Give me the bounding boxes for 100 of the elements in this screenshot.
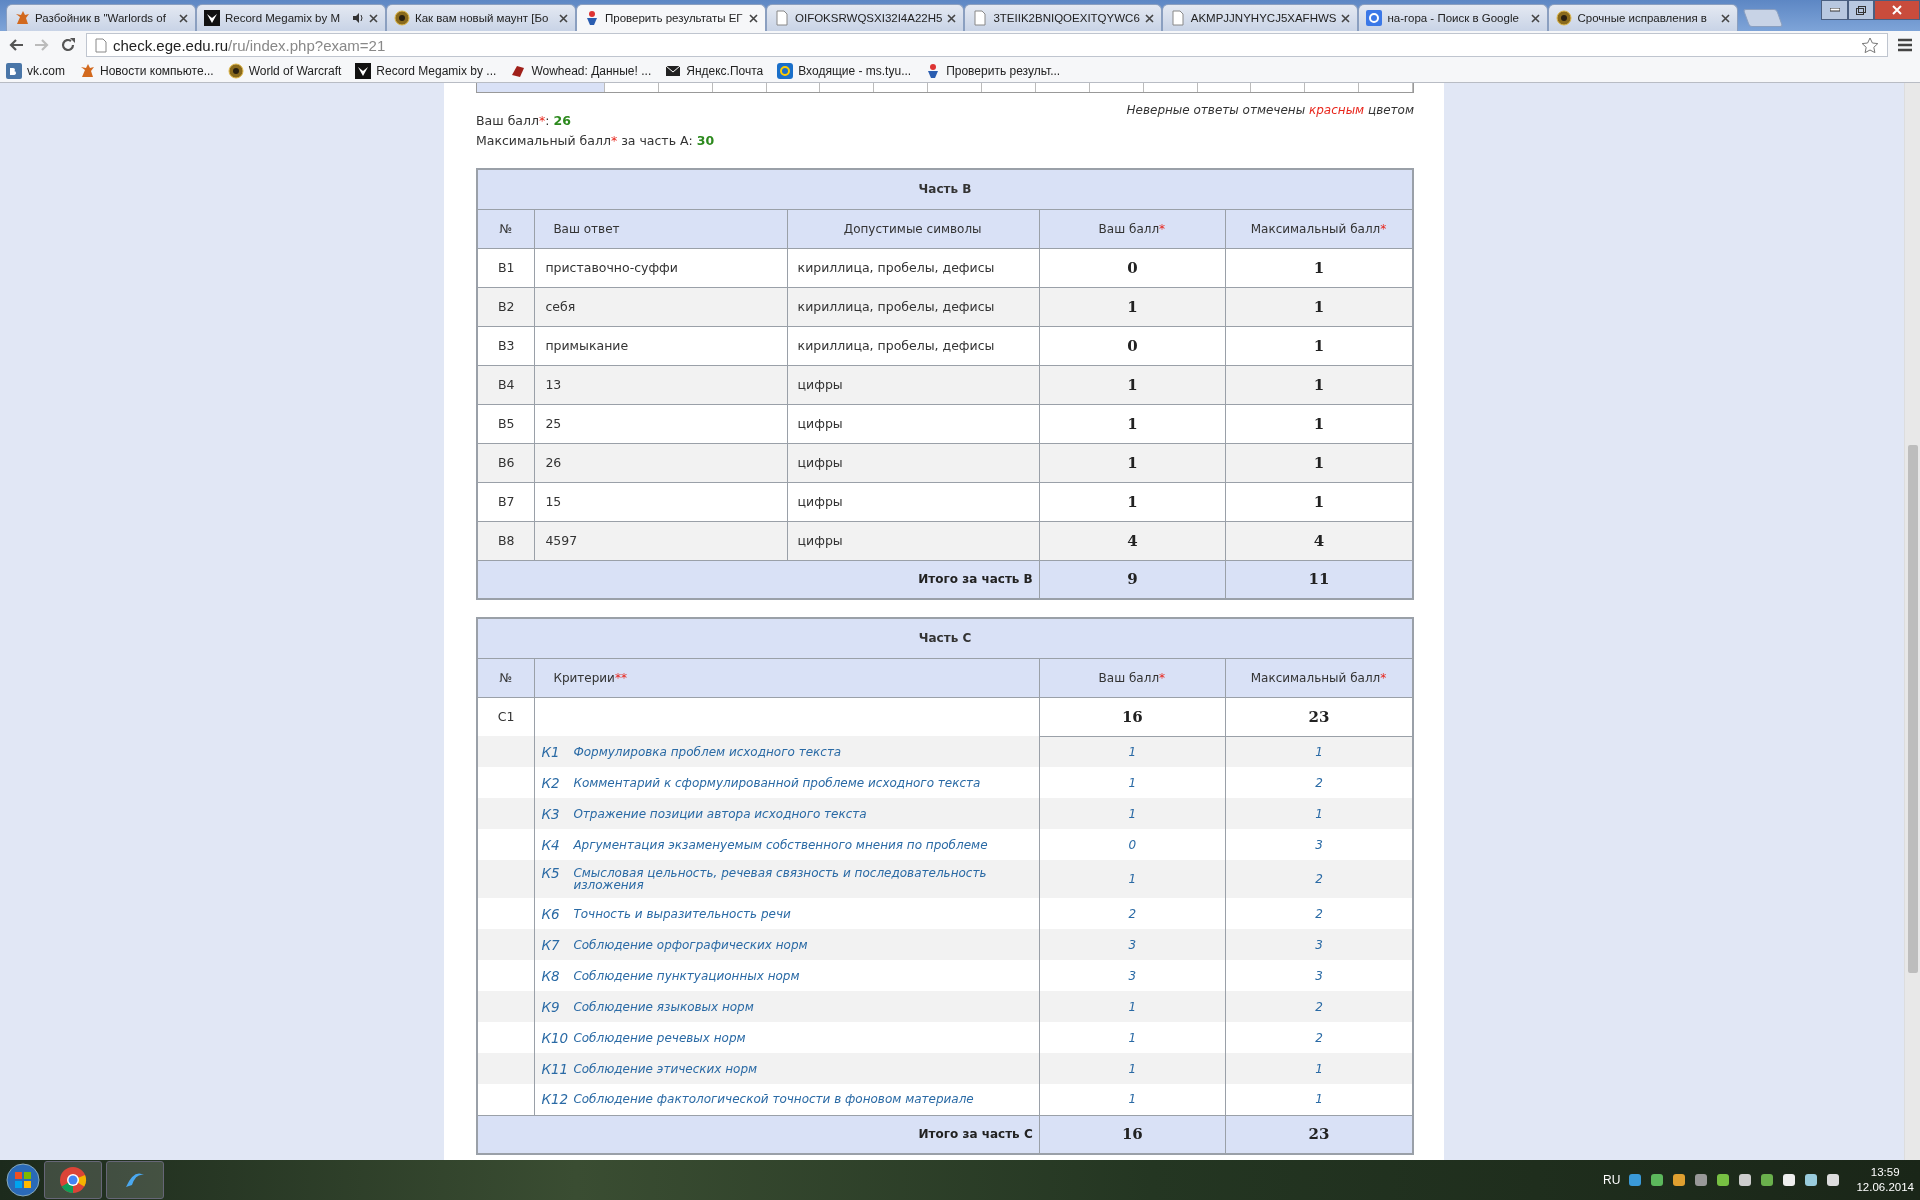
column-header: Допустимые символы bbox=[787, 209, 1040, 248]
score-cell: 1 bbox=[1225, 287, 1413, 326]
table-cell: приставочно-суффи bbox=[534, 248, 788, 287]
emblem-icon bbox=[394, 10, 410, 26]
legend-note: Неверные ответы отмечены красным цветом bbox=[1126, 103, 1414, 117]
tray-icon[interactable] bbox=[1826, 1173, 1841, 1187]
tray-icon[interactable] bbox=[1760, 1173, 1775, 1187]
tray-icon[interactable] bbox=[1738, 1173, 1753, 1187]
criterion-score: 1 bbox=[1225, 798, 1413, 829]
table-cell: В3 bbox=[477, 326, 535, 365]
criterion-cell: К2 Комментарий к сформулированной проблеме исходного текста bbox=[534, 767, 1040, 798]
close-icon[interactable] bbox=[559, 13, 568, 23]
table-cell: цифры bbox=[787, 443, 1040, 482]
criterion-score: 2 bbox=[1225, 898, 1413, 929]
score-cell: 9 bbox=[1039, 560, 1226, 599]
table-cell: 25 bbox=[534, 404, 788, 443]
criterion-score: 1 bbox=[1039, 860, 1226, 898]
column-header: Ваш балл* bbox=[1039, 209, 1226, 248]
table-cell: цифры bbox=[787, 365, 1040, 404]
browser-tab[interactable]: Разбойник в "Warlords of bbox=[6, 4, 196, 31]
score-cell: 1 bbox=[1225, 365, 1413, 404]
page-icon bbox=[774, 10, 790, 26]
table-cell: себя bbox=[534, 287, 788, 326]
table-cell: С1 bbox=[477, 697, 535, 736]
browser-tab[interactable]: на-гора - Поиск в Google bbox=[1358, 4, 1549, 31]
criterion-score: 1 bbox=[1039, 1022, 1226, 1053]
criterion-score: 1 bbox=[1039, 1053, 1226, 1084]
browser-tab[interactable]: AKMPJJNYHYCJ5XAFHWS bbox=[1161, 4, 1359, 31]
browser-tab[interactable]: Record Megamix by M bbox=[196, 4, 386, 31]
table-cell: цифры bbox=[787, 404, 1040, 443]
star-icon[interactable] bbox=[1861, 36, 1879, 54]
browser-tab[interactable]: Как вам новый маунт [Бо bbox=[386, 4, 576, 31]
scrollbar[interactable] bbox=[1904, 83, 1920, 1160]
minimize-button[interactable] bbox=[1821, 0, 1848, 20]
criterion-score: 1 bbox=[1039, 798, 1226, 829]
restore-icon bbox=[1856, 5, 1866, 15]
table-cell: 15 bbox=[534, 482, 788, 521]
criterion-score: 3 bbox=[1225, 929, 1413, 960]
close-icon[interactable] bbox=[179, 13, 188, 23]
back-icon[interactable] bbox=[8, 38, 24, 52]
column-header: № bbox=[477, 209, 535, 248]
start-button[interactable] bbox=[6, 1163, 40, 1197]
tray-icon[interactable] bbox=[1716, 1173, 1731, 1187]
bookmark[interactable]: vk.com bbox=[6, 62, 65, 79]
table-cell: В1 bbox=[477, 248, 535, 287]
score-cell: 1 bbox=[1039, 287, 1226, 326]
v-logo-icon bbox=[204, 10, 220, 26]
bookmark[interactable]: Новости компьюте... bbox=[79, 62, 214, 79]
score-cell: 16 bbox=[1039, 697, 1226, 736]
close-icon[interactable] bbox=[947, 13, 957, 23]
tray-icon[interactable] bbox=[1782, 1173, 1797, 1187]
criterion-cell: К6 Точность и выразительность речи bbox=[534, 898, 1040, 929]
criterion-score: 2 bbox=[1039, 898, 1226, 929]
close-icon[interactable] bbox=[1721, 13, 1731, 23]
criterion-score: 2 bbox=[1225, 767, 1413, 798]
column-header: Максимальный балл* bbox=[1225, 658, 1413, 697]
taskbar-app[interactable] bbox=[106, 1161, 164, 1199]
criterion-score: 0 bbox=[1039, 829, 1226, 860]
bookmark[interactable]: World of Warcraft bbox=[227, 62, 342, 79]
bookmark[interactable]: Record Megamix by ... bbox=[355, 62, 497, 79]
criterion-score: 3 bbox=[1225, 829, 1413, 860]
tray-icon[interactable] bbox=[1672, 1173, 1687, 1187]
browser-tab[interactable]: OIFOKSRWQSXI32I4A22H5 bbox=[766, 4, 965, 31]
taskbar-app[interactable] bbox=[44, 1161, 102, 1199]
close-icon[interactable] bbox=[1144, 13, 1154, 23]
menu-icon[interactable] bbox=[1898, 38, 1912, 52]
table-cell: цифры bbox=[787, 482, 1040, 521]
total-label: Итого за часть С bbox=[477, 1115, 1040, 1154]
language-indicator[interactable]: RU bbox=[1603, 1173, 1621, 1187]
close-button[interactable] bbox=[1874, 0, 1920, 20]
criterion-cell: К9 Соблюдение языковых норм bbox=[534, 991, 1040, 1022]
close-icon[interactable] bbox=[369, 13, 378, 23]
section-title: Часть С bbox=[477, 618, 1413, 658]
browser-tab[interactable]: Проверить результаты ЕГ bbox=[576, 4, 766, 31]
bookmark[interactable]: Проверить результ... bbox=[925, 62, 1061, 79]
bookmark[interactable]: Входящие - ms.tyu... bbox=[777, 62, 912, 79]
reload-icon[interactable] bbox=[60, 37, 76, 53]
column-header: Ваш ответ bbox=[534, 209, 788, 248]
bookmark[interactable]: Яндекс.Почта bbox=[665, 62, 764, 79]
bookmark[interactable]: Wowhead: Данные! ... bbox=[510, 62, 652, 79]
score-cell: 23 bbox=[1225, 697, 1413, 736]
browser-tab[interactable]: Срочные исправления в bbox=[1548, 4, 1739, 31]
maximize-button[interactable] bbox=[1848, 0, 1874, 20]
tray-icon[interactable] bbox=[1650, 1173, 1665, 1187]
tray-icon[interactable] bbox=[1804, 1173, 1819, 1187]
table-cell: В2 bbox=[477, 287, 535, 326]
tray-icon[interactable] bbox=[1694, 1173, 1709, 1187]
emblem-icon bbox=[227, 62, 244, 79]
criterion-score: 3 bbox=[1225, 960, 1413, 991]
clock[interactable]: 13:59 12.06.2014 bbox=[1856, 1165, 1914, 1195]
column-header: Максимальный балл* bbox=[1225, 209, 1413, 248]
browser-tab[interactable]: 3TEIIK2BNIQOEXITQYWC6 bbox=[964, 4, 1162, 31]
address-field[interactable]: check.ege.edu.ru/ru/index.php?exam=21 bbox=[86, 33, 1888, 57]
close-icon[interactable] bbox=[1531, 13, 1541, 23]
close-icon bbox=[1892, 5, 1902, 15]
score-cell: 1 bbox=[1225, 443, 1413, 482]
close-icon[interactable] bbox=[749, 13, 758, 23]
close-icon[interactable] bbox=[1341, 13, 1351, 23]
scroll-thumb[interactable] bbox=[1907, 445, 1918, 973]
table-cell: 13 bbox=[534, 365, 788, 404]
